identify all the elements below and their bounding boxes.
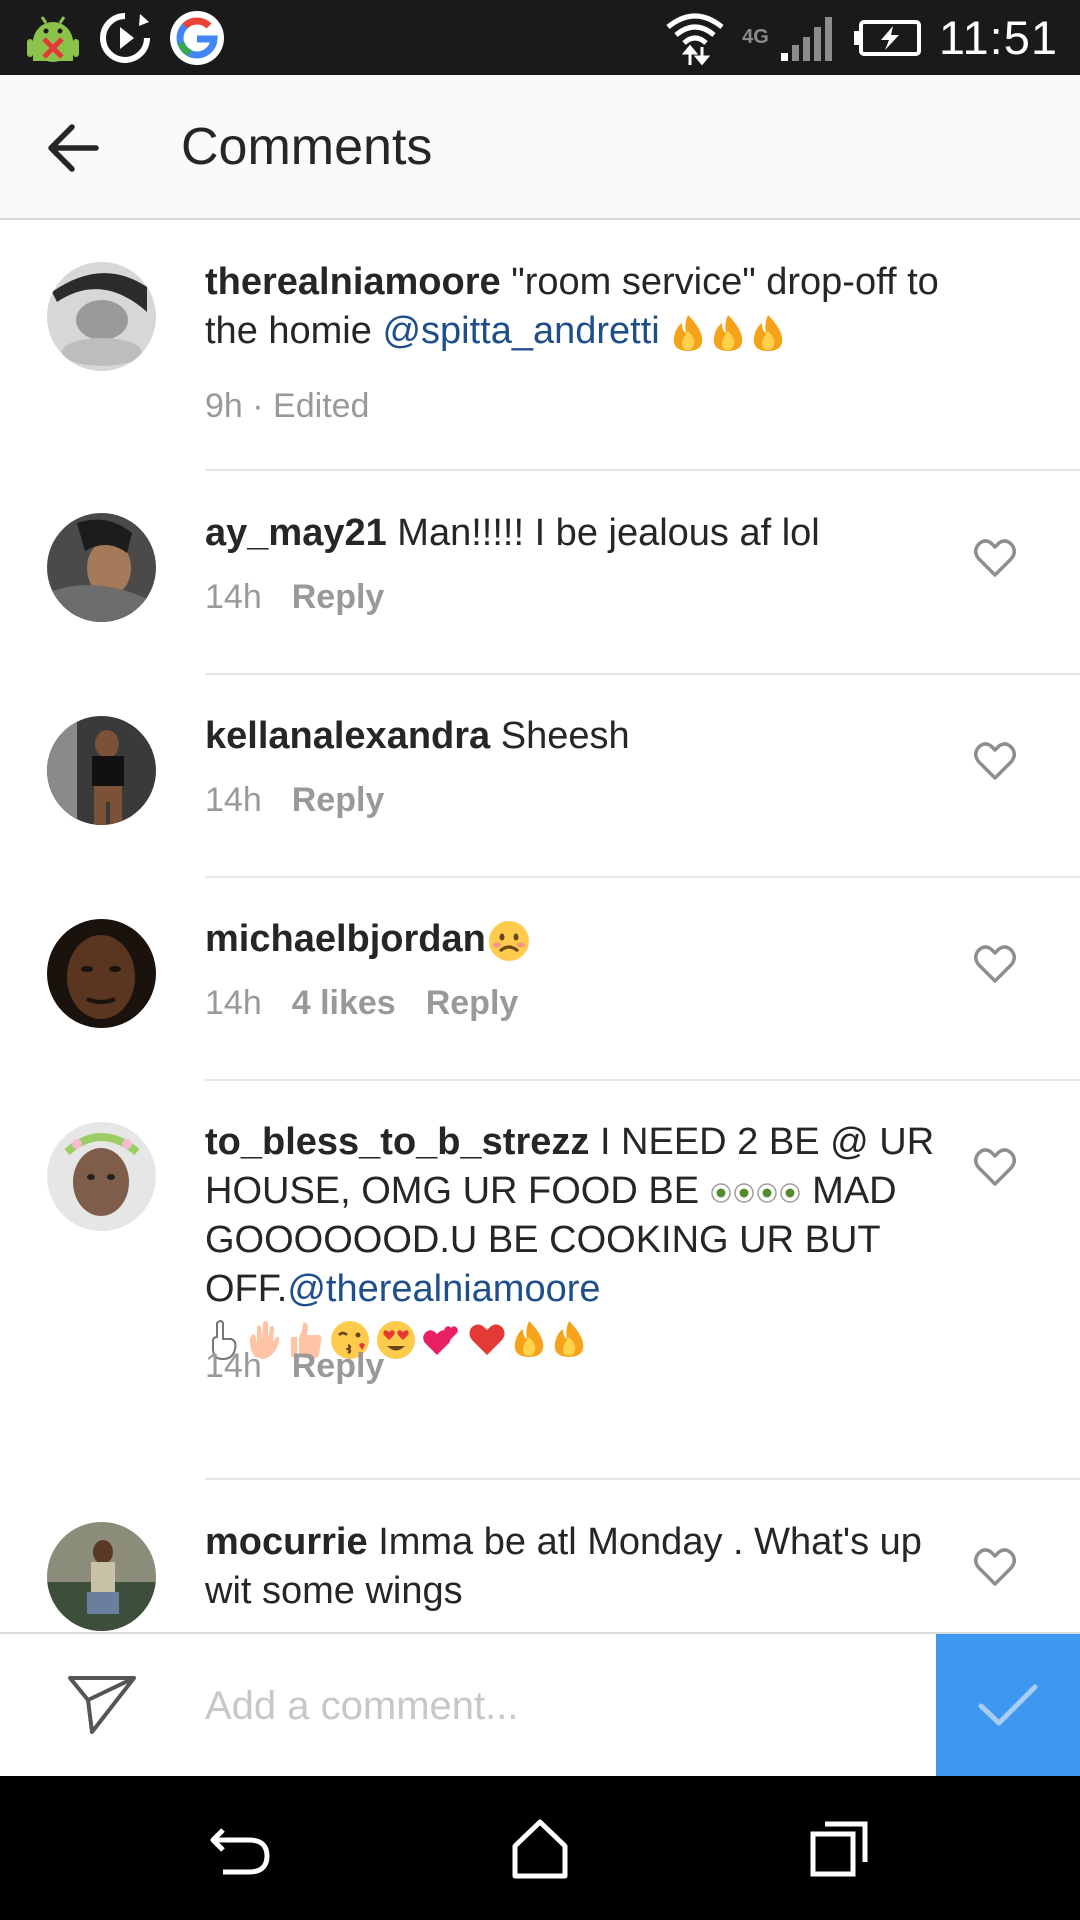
reply-button[interactable]: Reply	[426, 984, 519, 1023]
comment-input[interactable]	[205, 1670, 905, 1742]
comment-mention[interactable]: @spitta_andretti	[382, 310, 659, 352]
eye-emoji-icon	[710, 1183, 800, 1203]
home-nav-icon[interactable]	[507, 1816, 573, 1882]
reply-button[interactable]: Reply	[292, 781, 385, 820]
likes-count[interactable]: 4 likes	[292, 984, 396, 1023]
status-notifications	[24, 8, 226, 68]
comment-username[interactable]: michaelbjordan	[205, 918, 486, 960]
system-nav-bar	[0, 1776, 1080, 1920]
comment-time: 14h	[205, 781, 262, 819]
network-type-label: 4G	[742, 26, 769, 48]
post-comment-button[interactable]	[936, 1634, 1080, 1776]
comment-meta: 14h Reply	[205, 1347, 384, 1386]
emoji-group	[486, 918, 532, 964]
like-heart-icon[interactable]	[972, 1144, 1018, 1190]
avatar[interactable]	[47, 1122, 156, 1231]
back-nav-icon[interactable]	[207, 1816, 273, 1882]
clock: 11:51	[938, 11, 1058, 64]
back-button[interactable]	[38, 115, 108, 181]
comment-body: michaelbjordan	[205, 915, 950, 964]
comment-compose-bar	[0, 1632, 1080, 1776]
comment-meta: 14h 4 likes Reply	[205, 984, 518, 1023]
like-heart-icon[interactable]	[972, 535, 1018, 581]
status-system: 4G 11:51	[664, 0, 1058, 75]
reply-button[interactable]: Reply	[292, 578, 385, 617]
emoji-group	[670, 313, 786, 353]
comment-body: ay_may21 Man!!!!! I be jealous af lol	[205, 509, 950, 558]
comments-list[interactable]: therealniamoore "room service" drop-off …	[0, 222, 1080, 1632]
checkmark-icon	[978, 1684, 1038, 1726]
comment-username[interactable]: ay_may21	[205, 512, 387, 554]
page-title: Comments	[181, 118, 433, 176]
divider	[205, 469, 1080, 471]
comment-meta: 14h Reply	[205, 781, 384, 820]
fire-emoji-icon	[754, 314, 783, 351]
reply-button[interactable]: Reply	[292, 1347, 385, 1386]
wifi-icon	[666, 13, 724, 65]
comment-text: Sheesh	[500, 715, 630, 757]
comment-time: 14h	[205, 578, 262, 616]
avatar[interactable]	[47, 716, 156, 825]
android-debug-icon	[27, 16, 79, 62]
fire-emoji-icon	[514, 1320, 544, 1357]
status-bar: 4G 11:51	[0, 0, 1080, 75]
comment-username[interactable]: kellanalexandra	[205, 715, 490, 757]
comment-body: therealniamoore "room service" drop-off …	[205, 258, 950, 356]
header-bar: Comments	[0, 75, 1080, 220]
like-heart-icon[interactable]	[972, 941, 1018, 987]
avatar[interactable]	[47, 1522, 156, 1631]
comment-username[interactable]: mocurrie	[205, 1521, 368, 1563]
red-heart-emoji-icon	[469, 1324, 505, 1355]
comment-username[interactable]: therealniamoore	[205, 261, 501, 303]
emoji-group	[710, 1181, 802, 1205]
comment-text: Man!!!!! I be jealous af lol	[397, 512, 820, 554]
avatar[interactable]	[47, 513, 156, 622]
divider	[205, 1478, 1080, 1480]
avatar[interactable]	[47, 919, 156, 1028]
comment-username[interactable]: to_bless_to_b_strezz	[205, 1121, 589, 1163]
direct-send-icon[interactable]	[66, 1672, 138, 1738]
fire-emoji-icon	[674, 314, 703, 351]
comment-mention[interactable]: @therealniamoore	[287, 1268, 600, 1310]
divider	[205, 673, 1080, 675]
signal-icon	[780, 16, 832, 61]
comment-time: 14h	[205, 984, 262, 1022]
divider	[205, 876, 1080, 878]
like-heart-icon[interactable]	[972, 738, 1018, 784]
sad-face-emoji-icon	[488, 920, 529, 961]
arrow-left-icon	[48, 124, 99, 172]
two-hearts-emoji-icon	[423, 1326, 458, 1355]
comment-meta: 9h · Edited	[205, 387, 369, 426]
fire-emoji-icon	[714, 314, 743, 351]
divider	[205, 1079, 1080, 1081]
comment-body: mocurrie Imma be atl Monday . What's up …	[205, 1518, 950, 1616]
comment-time: 14h	[205, 1347, 262, 1385]
like-heart-icon[interactable]	[972, 1544, 1018, 1590]
avatar[interactable]	[47, 262, 156, 371]
comment-meta: 14h Reply	[205, 578, 384, 617]
comment-body: kellanalexandra Sheesh	[205, 712, 950, 761]
battery-charging-icon	[853, 19, 921, 56]
comment-body: to_bless_to_b_strezz I NEED 2 BE @ UR HO…	[205, 1118, 950, 1363]
fire-emoji-icon	[554, 1320, 584, 1357]
google-icon	[170, 11, 224, 65]
media-sync-icon	[100, 13, 150, 63]
recents-nav-icon[interactable]	[807, 1816, 873, 1882]
comment-time: 9h · Edited	[205, 387, 370, 425]
